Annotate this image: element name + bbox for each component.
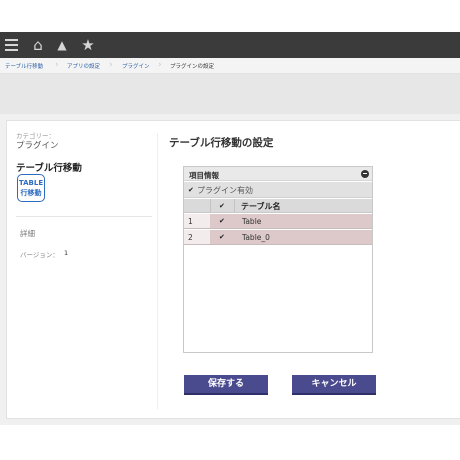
- cancel-button[interactable]: キャンセル: [292, 375, 376, 395]
- settings-panel: カテゴリー： プラグイン テーブル行移動 TABLE 行移動 詳細 バージョン：…: [6, 120, 460, 419]
- breadcrumb-item-app-settings[interactable]: アプリの設定: [67, 62, 100, 70]
- table-column-header: ✔ テーブル名: [184, 199, 372, 213]
- header-band: [0, 74, 460, 114]
- table-row: 1 ✔ Table: [184, 214, 372, 229]
- check-icon[interactable]: ✔: [188, 186, 194, 194]
- row-name-cell: Table: [234, 214, 372, 228]
- field-settings-table: 項目情報 ✔ プラグイン有効 ✔ テーブル名 1 ✔ Table 2 ✔ Tab…: [183, 166, 373, 353]
- home-icon[interactable]: ⌂: [29, 36, 47, 54]
- row-checkbox[interactable]: ✔: [210, 214, 234, 228]
- plugin-enable-label: プラグイン有効: [197, 186, 253, 195]
- detail-link[interactable]: 詳細: [20, 228, 35, 239]
- row-checkbox[interactable]: ✔: [210, 230, 234, 244]
- check-icon: ✔: [219, 217, 225, 225]
- version-label: バージョン：: [20, 251, 59, 259]
- column-header-table-name: テーブル名: [241, 202, 281, 211]
- version-value: 1: [64, 249, 69, 257]
- collapse-icon[interactable]: [361, 170, 369, 178]
- plugin-enable-toggle[interactable]: ✔ プラグイン有効: [184, 182, 372, 198]
- column-separator: [210, 199, 211, 212]
- row-name-cell: Table_0: [234, 230, 372, 244]
- table-name: Table_0: [242, 233, 270, 242]
- menu-icon[interactable]: [3, 36, 21, 54]
- row-number-cell: 2: [184, 230, 210, 244]
- column-separator: [234, 199, 235, 212]
- sidebar-divider: [16, 216, 152, 217]
- table-row: 2 ✔ Table_0: [184, 230, 372, 245]
- breadcrumb: テーブル行移動 › アプリの設定 › プラグイン › プラグインの設定: [0, 58, 460, 74]
- row-number-cell: 1: [184, 214, 210, 228]
- chevron-right-icon: ›: [55, 60, 59, 70]
- star-icon[interactable]: ★: [79, 36, 97, 54]
- plugin-logo: TABLE 行移動: [17, 174, 45, 202]
- table-header-title: 項目情報: [189, 171, 219, 180]
- bell-icon[interactable]: ▲: [53, 36, 71, 54]
- top-navigation-bar: ⌂ ▲ ★: [0, 0, 460, 58]
- breadcrumb-item-app[interactable]: テーブル行移動: [5, 62, 43, 70]
- chevron-right-icon: ›: [109, 60, 113, 70]
- breadcrumb-item-plugins[interactable]: プラグイン: [122, 62, 150, 70]
- row-number: 2: [188, 233, 193, 242]
- page-title: テーブル行移動の設定: [169, 137, 274, 149]
- chevron-right-icon: ›: [158, 60, 162, 70]
- plugin-name: テーブル行移動: [16, 163, 82, 174]
- check-icon: ✔: [219, 233, 225, 241]
- category-value: プラグイン: [16, 141, 59, 151]
- column-divider: [157, 133, 158, 409]
- breadcrumb-item-plugin-settings: プラグインの設定: [170, 64, 215, 70]
- plugin-logo-line2: 行移動: [20, 189, 42, 197]
- select-all-check-icon[interactable]: ✔: [219, 202, 225, 210]
- save-button[interactable]: 保存する: [184, 375, 268, 395]
- table-name: Table: [242, 217, 262, 226]
- content-area: カテゴリー： プラグイン テーブル行移動 TABLE 行移動 詳細 バージョン：…: [0, 114, 460, 425]
- table-header: 項目情報: [184, 167, 372, 181]
- row-number: 1: [188, 217, 193, 226]
- plugin-logo-line1: TABLE: [18, 179, 44, 187]
